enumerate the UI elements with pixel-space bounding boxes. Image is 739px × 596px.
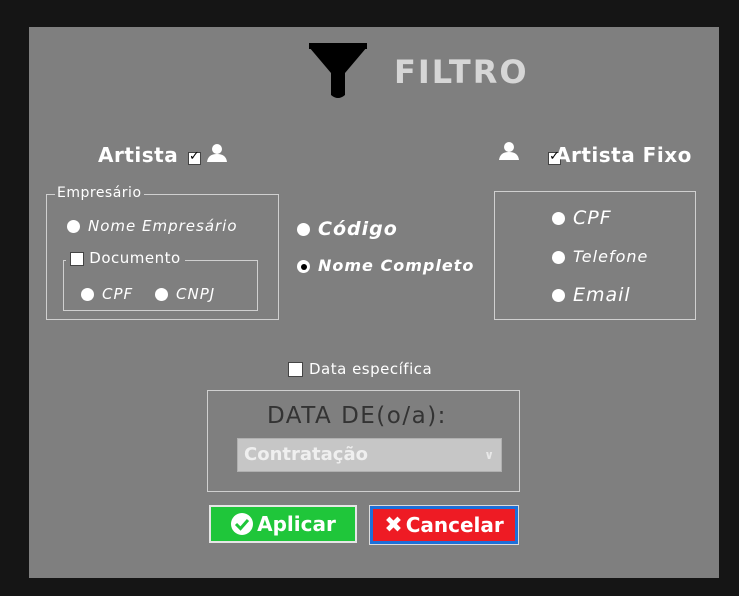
option-cpf-empresario[interactable]: CPF	[81, 285, 133, 303]
radio-telefone[interactable]	[552, 251, 565, 264]
option-codigo[interactable]: Código	[297, 218, 398, 240]
documento-legend: Documento	[66, 249, 185, 267]
dialog-title: FILTRO	[394, 53, 529, 91]
apply-button[interactable]: Aplicar	[209, 505, 357, 543]
option-nome-empresario[interactable]: Nome Empresário	[67, 217, 238, 235]
specific-date-label: Data específica	[309, 360, 433, 378]
funnel-icon	[309, 43, 367, 98]
option-nome-empresario-label: Nome Empresário	[88, 217, 238, 235]
artist-checkbox[interactable]	[188, 149, 201, 165]
option-telefone-label: Telefone	[573, 247, 649, 266]
option-cnpj[interactable]: CNPJ	[155, 285, 215, 303]
documento-label: Documento	[89, 249, 181, 267]
specific-date-checkbox[interactable]	[288, 362, 303, 377]
cancel-button[interactable]: ✖ Cancelar	[369, 505, 519, 545]
radio-nome-empresario[interactable]	[67, 220, 80, 233]
option-telefone[interactable]: Telefone	[552, 247, 648, 266]
radio-email[interactable]	[552, 289, 565, 302]
filter-dialog: FILTRO Artista Artista Fixo Empresário N…	[29, 27, 719, 578]
option-cpf-fixo[interactable]: CPF	[552, 207, 612, 229]
apply-button-label: Aplicar	[257, 512, 336, 536]
documento-checkbox[interactable]	[70, 251, 84, 266]
option-cpf-empresario-label: CPF	[102, 285, 134, 303]
radio-nome-completo[interactable]	[297, 260, 310, 273]
artist-fixed-label: Artista Fixo	[555, 143, 692, 167]
check-circle-icon	[231, 513, 254, 535]
radio-cnpj[interactable]	[155, 288, 168, 301]
option-email[interactable]: Email	[552, 284, 631, 306]
option-email-label: Email	[573, 284, 631, 306]
option-codigo-label: Código	[318, 218, 398, 240]
option-cpf-fixo-label: CPF	[573, 207, 612, 229]
close-icon: ✖	[384, 512, 403, 538]
user-icon	[499, 142, 519, 160]
date-type-select-value: Contratação	[244, 444, 368, 465]
date-heading: DATA DE(o/a):	[267, 403, 447, 429]
radio-codigo[interactable]	[297, 223, 310, 236]
user-icon	[207, 144, 227, 162]
chevron-down-icon: ∨	[484, 448, 494, 462]
date-type-select[interactable]: Contratação ∨	[237, 438, 502, 472]
radio-cpf-fixo[interactable]	[552, 212, 565, 225]
artist-label: Artista	[98, 143, 179, 167]
cancel-button-label: Cancelar	[405, 513, 504, 537]
empresario-legend: Empresário	[55, 185, 144, 201]
specific-date-option[interactable]: Data específica	[288, 360, 432, 378]
option-cnpj-label: CNPJ	[176, 285, 216, 303]
radio-cpf-empresario[interactable]	[81, 288, 94, 301]
option-nome-completo-label: Nome Completo	[318, 256, 475, 275]
option-nome-completo[interactable]: Nome Completo	[297, 256, 474, 275]
